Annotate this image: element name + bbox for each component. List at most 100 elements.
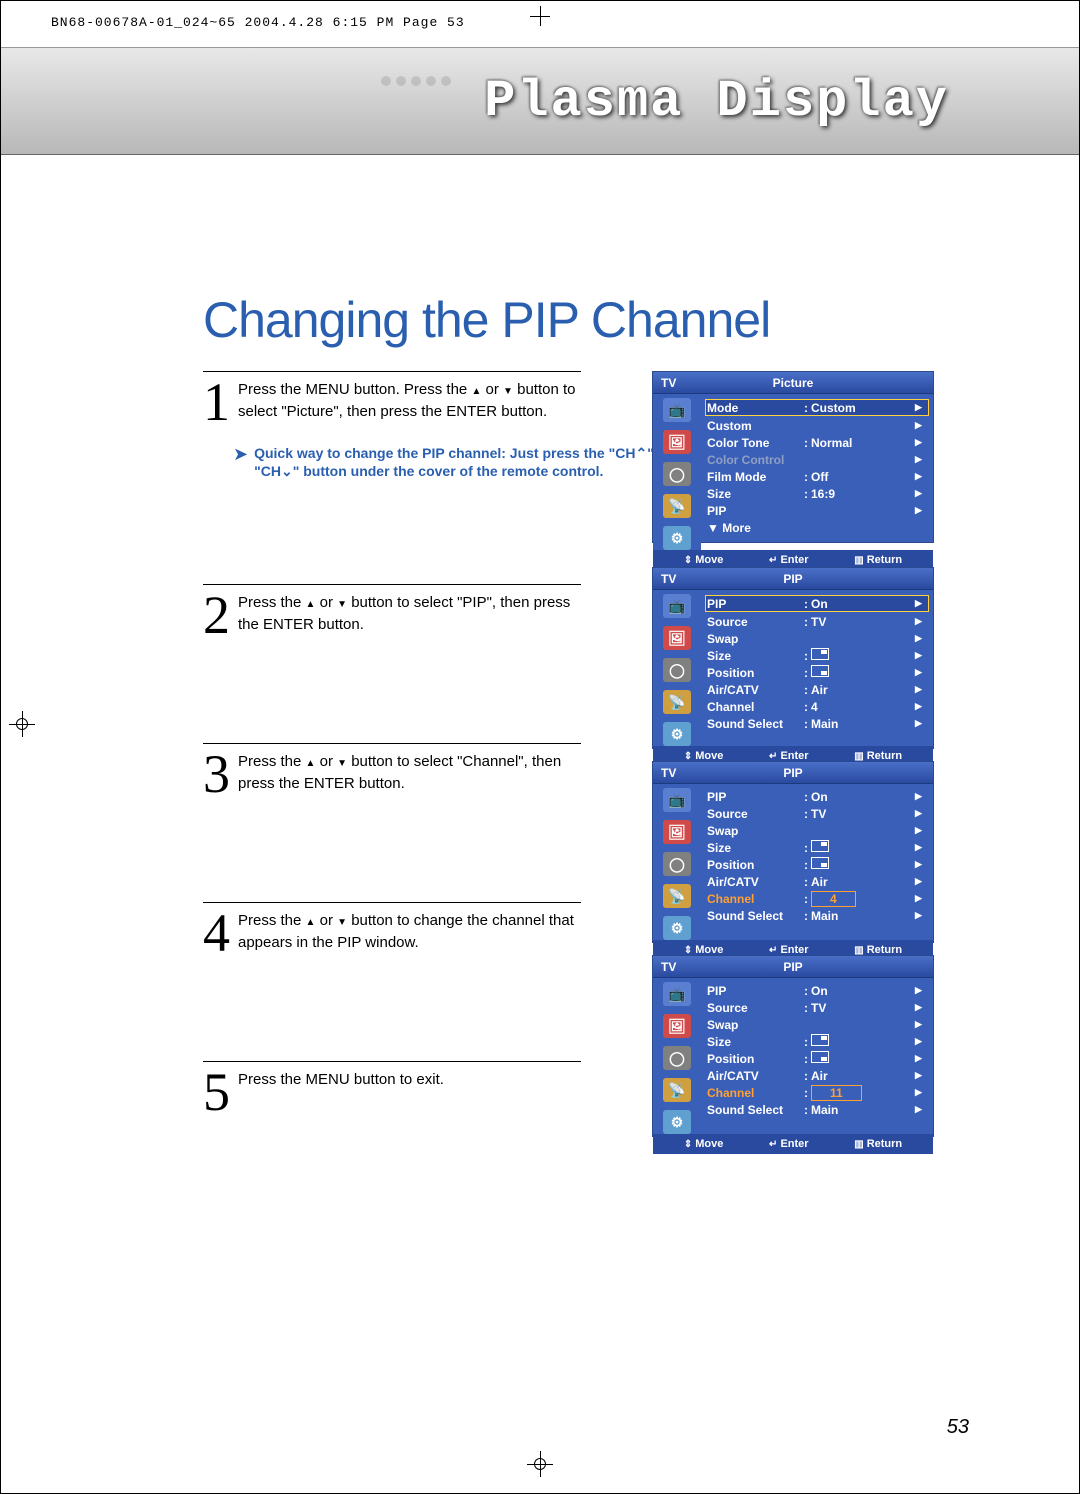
osd-row: PIP:On▶ <box>707 982 927 999</box>
caret-right-icon: ▶ <box>915 616 927 627</box>
osd-row-value: Main <box>811 717 915 731</box>
osd-row-label: Channel <box>707 700 801 714</box>
caret-right-icon: ▶ <box>915 825 927 836</box>
caret-right-icon: ▶ <box>915 985 927 996</box>
caret-right-icon: ▶ <box>915 1002 927 1013</box>
osd-row-label: Position <box>707 1052 801 1066</box>
caret-right-icon: ▶ <box>915 488 927 499</box>
osd-colon: : <box>801 807 811 821</box>
osd-row-label: Size <box>707 649 801 663</box>
sidebar-icon-input: 📺 <box>663 788 691 812</box>
osd-row-label: Custom <box>707 419 801 433</box>
osd-row: Position:▶ <box>707 856 927 873</box>
osd-row: Air/CATV:Air▶ <box>707 1067 927 1084</box>
osd-row-value: 4 <box>811 700 915 714</box>
osd-colon: : <box>801 909 811 923</box>
crop-mark-top <box>530 6 550 26</box>
osd-row: Film Mode:Off▶ <box>707 468 927 485</box>
osd-row-label: Swap <box>707 632 801 646</box>
osd-source-label: TV <box>653 960 701 974</box>
sidebar-icon-input: 📺 <box>663 982 691 1006</box>
osd-row-label: Source <box>707 1001 801 1015</box>
caret-right-icon: ▶ <box>915 420 927 431</box>
size-icon <box>811 1034 829 1046</box>
up-arrow-icon <box>306 753 316 770</box>
tip-arrow-icon: ➤ <box>233 444 248 465</box>
osd-colon: : <box>801 892 811 906</box>
down-arrow-icon <box>503 381 513 398</box>
return-icon: ▥ <box>854 1139 863 1150</box>
osd-row-value: Air <box>811 1069 915 1083</box>
osd-row-value <box>811 840 915 855</box>
page-number: 53 <box>947 1416 969 1439</box>
osd-colon: : <box>801 487 811 501</box>
osd-sidebar: 📺🖼◯📡⚙ <box>653 784 701 940</box>
osd-row: Mode:Custom▶ <box>705 399 929 416</box>
osd-row: Size:16:9▶ <box>707 485 927 502</box>
down-arrow-icon <box>337 594 347 611</box>
tip-text: Quick way to change the PIP channel: Jus… <box>254 444 672 480</box>
sidebar-icon-sound: ◯ <box>663 658 691 682</box>
down-arrow-icon <box>337 912 347 929</box>
osd-row-label: Sound Select <box>707 909 801 923</box>
osd-row-label: Source <box>707 615 801 629</box>
osd-row-label: Channel <box>707 892 801 906</box>
step-text: Press the or button to select "PIP", the… <box>238 591 581 635</box>
osd-row-value <box>811 648 915 663</box>
enter-icon: ↵ <box>769 945 777 956</box>
step-text: Press the MENU button. Press the or butt… <box>238 378 581 422</box>
down-arrow-icon <box>337 753 347 770</box>
osd-row: PIP:On▶ <box>705 595 929 612</box>
caret-right-icon: ▶ <box>915 718 927 729</box>
osd-row-label: Source <box>707 807 801 821</box>
up-arrow-icon <box>306 912 316 929</box>
sidebar-icon-sound: ◯ <box>663 852 691 876</box>
caret-right-icon: ▶ <box>915 402 927 413</box>
step-number: 1 <box>203 378 230 426</box>
osd-row-value: TV <box>811 807 915 821</box>
step-number: 5 <box>203 1068 230 1116</box>
osd-colon: : <box>801 790 811 804</box>
sidebar-icon-sound: ◯ <box>663 462 691 486</box>
osd-colon: : <box>801 597 811 611</box>
osd-row-label: Channel <box>707 1086 801 1100</box>
osd-row-value <box>811 857 915 872</box>
osd-row-value: Normal <box>811 436 915 450</box>
osd-source-label: TV <box>653 572 701 586</box>
osd-colon: : <box>801 436 811 450</box>
step-4: 4 Press the or button to change the chan… <box>203 902 581 957</box>
osd-row: Source:TV▶ <box>707 999 927 1016</box>
osd-row: Size:▶ <box>707 647 927 664</box>
caret-right-icon: ▶ <box>915 667 927 678</box>
osd-row-value: Off <box>811 470 915 484</box>
osd-row-label: PIP <box>707 790 801 804</box>
osd-row-value: On <box>811 790 915 804</box>
sidebar-icon-setup: ⚙ <box>663 916 691 940</box>
osd-row-value <box>811 665 915 680</box>
osd-row: Source:TV▶ <box>707 805 927 822</box>
osd-row-label: Mode <box>707 401 801 415</box>
osd-row-value: Main <box>811 909 915 923</box>
sidebar-icon-setup: ⚙ <box>663 1110 691 1134</box>
enter-icon: ↵ <box>769 1139 777 1150</box>
step-3: 3 Press the or button to select "Channel… <box>203 743 581 798</box>
osd-pip-channel-changed-menu: TVPIP 📺🖼◯📡⚙ PIP:On▶Source:TV▶Swap▶Size:▶… <box>652 955 934 1137</box>
osd-row-value: 16:9 <box>811 487 915 501</box>
caret-right-icon: ▶ <box>915 1019 927 1030</box>
caret-right-icon: ▶ <box>915 876 927 887</box>
osd-row: Air/CATV:Air▶ <box>707 873 927 890</box>
sidebar-icon-setup: ⚙ <box>663 722 691 746</box>
step-text: Press the or button to select "Channel",… <box>238 750 581 794</box>
osd-title: Picture <box>701 376 885 390</box>
osd-colon: : <box>801 615 811 629</box>
osd-title: PIP <box>701 766 885 780</box>
osd-row-label: Color Tone <box>707 436 801 450</box>
step-number: 3 <box>203 750 230 798</box>
osd-row-label: PIP <box>707 504 801 518</box>
osd-row-value: 11 <box>811 1085 915 1101</box>
caret-right-icon: ▶ <box>915 1053 927 1064</box>
step-text: Press the or button to change the channe… <box>238 909 581 953</box>
caret-right-icon: ▶ <box>915 791 927 802</box>
osd-row-label: ▼ More <box>707 521 801 535</box>
osd-footer: ⇕Move ↵Enter ▥Return <box>653 1134 933 1154</box>
